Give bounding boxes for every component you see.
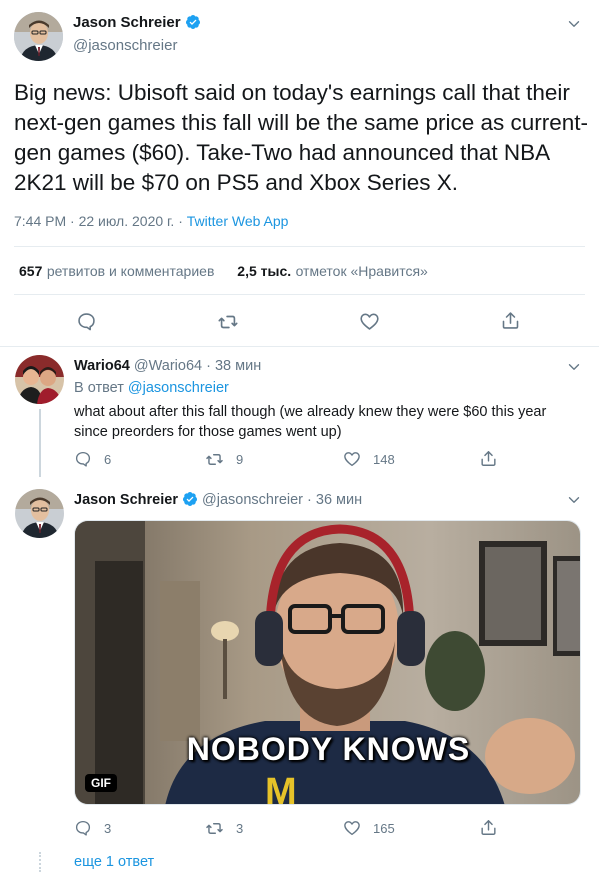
likes-stat[interactable]: 2,5 тыс. отметок «Нравится» — [237, 263, 428, 280]
author-handle[interactable]: @jasonschreier — [202, 492, 303, 508]
svg-text:M: M — [265, 771, 297, 805]
like-action[interactable]: 165 — [343, 819, 395, 837]
reply-count: 6 — [104, 451, 112, 467]
reply-icon — [75, 451, 91, 467]
divider — [0, 346, 599, 347]
author-avatar[interactable] — [14, 12, 63, 61]
thread-dotted-connector — [39, 852, 41, 872]
reply-time[interactable]: · 36 мин — [303, 492, 362, 508]
like-count: 148 — [373, 451, 395, 467]
tweet-source-link[interactable]: Twitter Web App — [187, 213, 289, 229]
divider — [14, 246, 585, 247]
divider — [14, 294, 585, 295]
retweet-action[interactable]: 9 — [205, 450, 243, 469]
gif-badge: GIF — [85, 774, 117, 792]
like-action[interactable]: 148 — [343, 450, 395, 468]
author-handle[interactable]: @jasonschreier — [73, 37, 177, 54]
show-more-replies-link[interactable]: еще 1 ответ — [74, 854, 154, 870]
reply-to-prefix: В ответ — [74, 380, 128, 396]
wario64-time[interactable]: · 38 мин — [202, 358, 261, 374]
verified-badge-icon — [186, 15, 201, 29]
like-count: 165 — [373, 820, 395, 836]
retweet-icon — [206, 454, 223, 465]
author-name[interactable]: Jason Schreier — [73, 14, 181, 31]
like-heart-icon — [344, 452, 360, 467]
retweet-count: 9 — [236, 452, 244, 467]
wario64-tweet-text: what about after this fall though (we al… — [74, 404, 547, 440]
reply-action[interactable]: 3 — [74, 819, 111, 837]
tweet-stats: 657 ретвитов и комментариев 2,5 тыс. отм… — [19, 263, 428, 281]
thread-connector-line — [39, 409, 41, 477]
author-avatar-image — [15, 489, 64, 538]
gif-media[interactable]: M NOBODY KNOWS GIF — [74, 520, 581, 805]
wario64-avatar[interactable] — [15, 355, 64, 404]
reply-action[interactable]: 6 — [74, 450, 111, 468]
share-icon[interactable] — [479, 818, 498, 837]
wario64-avatar-image — [15, 355, 64, 404]
share-icon[interactable] — [500, 310, 521, 331]
retweets-stat[interactable]: 657 ретвитов и комментариев — [19, 263, 214, 280]
verified-badge-icon — [183, 492, 198, 506]
retweet-action[interactable]: 3 — [205, 819, 243, 838]
tweet-text: Big news: Ubisoft said on today's earnin… — [14, 80, 589, 195]
chevron-down-icon[interactable] — [565, 358, 583, 376]
reply-count: 3 — [104, 820, 112, 836]
author-avatar-image — [14, 12, 63, 61]
retweet-icon — [206, 823, 223, 834]
tweet-timestamp[interactable]: 7:44 PM · 22 июл. 2020 г. · — [14, 213, 187, 229]
wario64-handle[interactable]: @Wario64 — [134, 358, 202, 374]
reply-to-link[interactable]: @jasonschreier — [128, 380, 229, 396]
author-name[interactable]: Jason Schreier — [74, 492, 178, 508]
wario64-name[interactable]: Wario64 — [74, 358, 130, 374]
chevron-down-icon[interactable] — [565, 491, 583, 509]
gif-caption: NOBODY KNOWS — [186, 731, 471, 767]
like-heart-icon[interactable] — [359, 311, 380, 332]
retweet-count: 3 — [236, 821, 244, 836]
reply-icon[interactable] — [76, 311, 97, 332]
share-icon[interactable] — [479, 449, 498, 468]
like-heart-icon — [344, 821, 360, 836]
author-avatar[interactable] — [15, 489, 64, 538]
reply-icon — [75, 820, 91, 836]
chevron-down-icon[interactable] — [565, 15, 583, 33]
retweet-icon[interactable] — [217, 311, 239, 333]
